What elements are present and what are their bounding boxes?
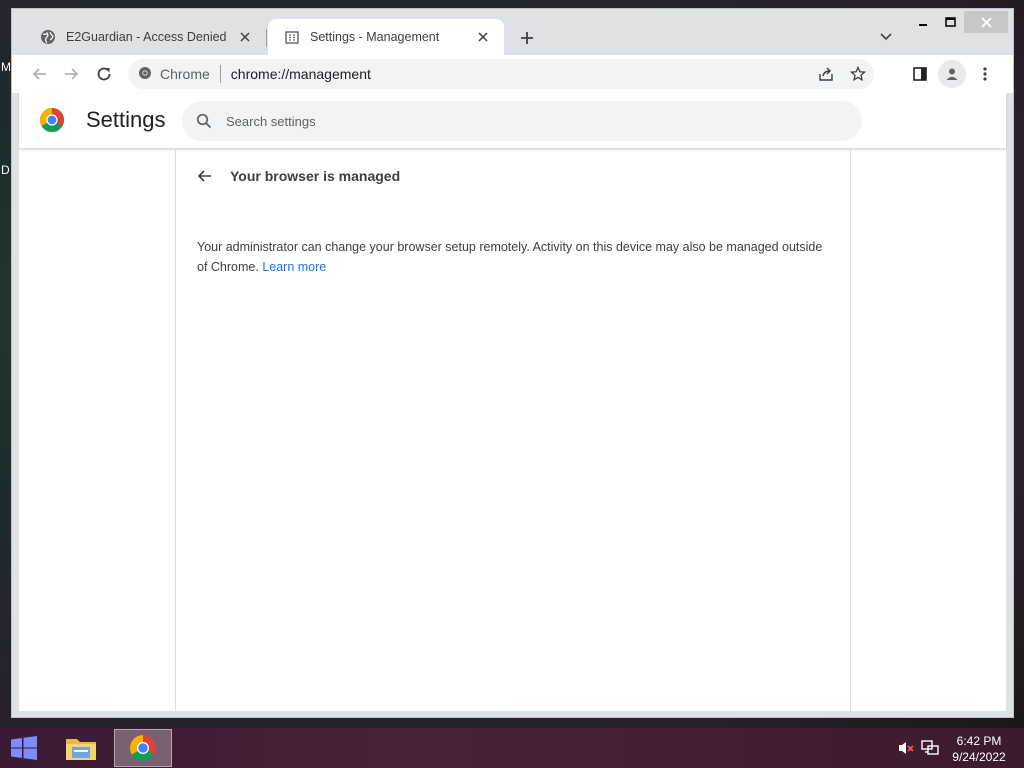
management-card: Your browser is managed Your administrat… xyxy=(175,149,851,711)
search-input[interactable] xyxy=(226,113,826,129)
arrow-left-icon xyxy=(32,68,46,80)
tab-label: E2Guardian - Access Denied xyxy=(66,30,227,44)
reload-icon xyxy=(97,67,111,81)
arrow-left-icon xyxy=(197,170,211,182)
desktop-icon-label-m: M xyxy=(1,60,11,74)
avatar-icon xyxy=(946,68,958,80)
minimize-button[interactable] xyxy=(909,11,937,33)
reload-button[interactable] xyxy=(90,60,118,88)
chrome-page-icon xyxy=(138,66,152,83)
managed-heading: Your browser is managed xyxy=(230,168,401,184)
share-button[interactable] xyxy=(812,60,840,88)
volume-muted-icon[interactable] xyxy=(897,740,915,756)
share-icon xyxy=(819,67,833,81)
arrow-right-icon xyxy=(65,68,79,80)
chrome-icon xyxy=(130,735,156,761)
omnibox-scheme-label: Chrome xyxy=(160,66,210,82)
settings-page: Settings Your browser is managed Your ad… xyxy=(19,93,1006,711)
side-panel-button[interactable] xyxy=(906,60,934,88)
chrome-logo-icon xyxy=(39,108,65,133)
bookmark-button[interactable] xyxy=(844,60,872,88)
tab-strip: E2Guardian - Access Denied Settings - Ma… xyxy=(12,9,1013,55)
close-window-button[interactable] xyxy=(964,11,1008,33)
omnibox-actions xyxy=(810,60,874,88)
subpage-header: Your browser is managed xyxy=(192,163,400,189)
tab-search-button[interactable] xyxy=(874,25,898,49)
maximize-icon xyxy=(944,17,956,27)
back-button[interactable] xyxy=(26,60,54,88)
profile-button[interactable] xyxy=(938,60,966,88)
menu-button[interactable] xyxy=(971,60,999,88)
new-tab-button[interactable] xyxy=(514,25,540,51)
tab-separator xyxy=(266,29,267,47)
url-text[interactable]: chrome://management xyxy=(231,66,371,82)
search-icon xyxy=(196,113,212,129)
forward-button[interactable] xyxy=(57,60,85,88)
clock-time: 6:42 PM xyxy=(956,734,1002,748)
chevron-down-icon xyxy=(880,33,892,41)
network-icon[interactable] xyxy=(921,740,939,756)
browser-toolbar: Chrome chrome://management xyxy=(12,55,1013,93)
taskbar-chrome[interactable] xyxy=(114,729,172,767)
kebab-menu-icon xyxy=(983,67,987,81)
taskbar-clock[interactable]: 6:42 PM 9/24/2022 xyxy=(944,733,1014,765)
settings-page-icon xyxy=(284,29,300,45)
chrome-window: E2Guardian - Access Denied Settings - Ma… xyxy=(11,8,1014,718)
side-panel-icon xyxy=(913,67,927,81)
subpage-back-button[interactable] xyxy=(192,163,218,189)
file-explorer-icon xyxy=(66,739,96,760)
settings-search[interactable] xyxy=(182,101,862,141)
settings-header: Settings xyxy=(19,93,1006,149)
tab-label: Settings - Management xyxy=(310,30,440,44)
plus-icon xyxy=(521,32,533,44)
tab-e2guardian[interactable]: E2Guardian - Access Denied xyxy=(24,19,266,55)
close-tab-icon[interactable] xyxy=(474,28,492,46)
clock-date: 9/24/2022 xyxy=(952,750,1006,764)
learn-more-link[interactable]: Learn more xyxy=(262,260,326,274)
omnibox-divider xyxy=(219,65,221,83)
close-tab-icon[interactable] xyxy=(236,28,254,46)
tab-settings-management[interactable]: Settings - Management xyxy=(268,19,504,55)
desktop-icon-label-d: D xyxy=(1,163,10,177)
taskbar: 6:42 PM 9/24/2022 xyxy=(0,728,1024,768)
windows-start-icon[interactable] xyxy=(10,736,38,760)
address-bar[interactable]: Chrome chrome://management xyxy=(128,59,874,89)
managed-description: Your administrator can change your brows… xyxy=(197,237,827,277)
star-icon xyxy=(850,66,866,82)
globe-icon xyxy=(40,29,56,45)
page-title: Settings xyxy=(86,107,166,132)
taskbar-file-explorer[interactable] xyxy=(52,729,110,767)
maximize-button[interactable] xyxy=(936,11,964,33)
close-icon xyxy=(980,16,992,28)
minimize-icon xyxy=(919,24,927,26)
